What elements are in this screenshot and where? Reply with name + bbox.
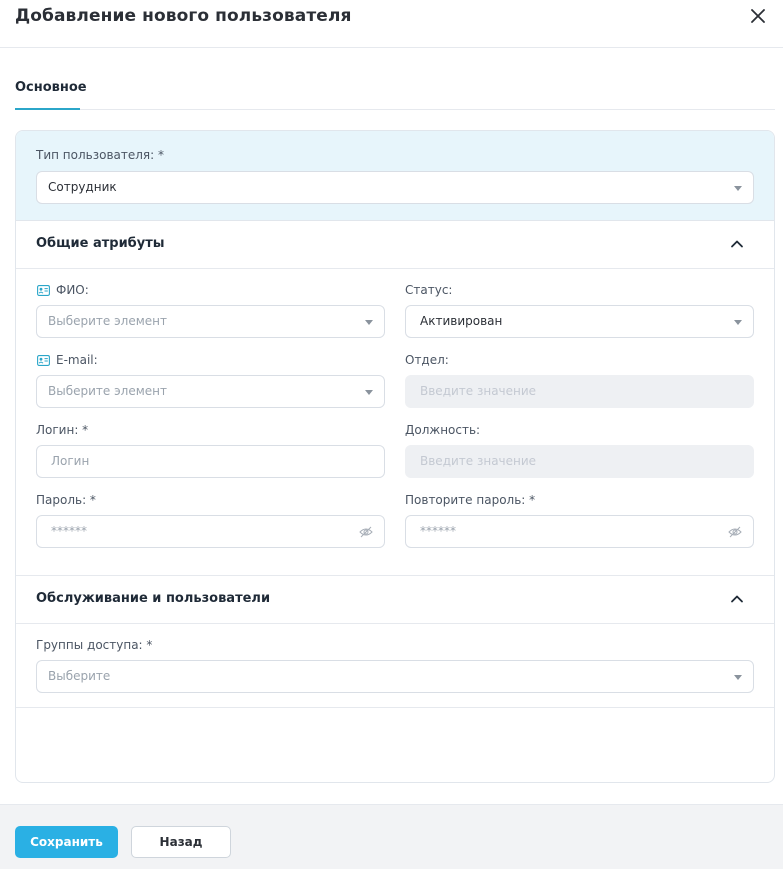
- service-section-title: Обслуживание и пользователи: [36, 591, 271, 606]
- password-repeat-label: Повторите пароль: *: [405, 493, 536, 507]
- contact-card-icon: [37, 355, 50, 366]
- status-select[interactable]: Активирован: [405, 305, 754, 338]
- access-groups-placeholder: Выберите: [48, 669, 111, 683]
- eye-off-icon[interactable]: [728, 525, 742, 539]
- password-repeat-placeholder: ******: [420, 524, 456, 538]
- fio-select[interactable]: Выберите элемент: [36, 305, 385, 338]
- department-placeholder: Введите значение: [420, 384, 537, 398]
- user-type-select[interactable]: Сотрудник: [36, 171, 754, 204]
- login-placeholder: Логин: [51, 454, 90, 468]
- fio-label: ФИО:: [56, 283, 89, 297]
- chevron-down-icon: [365, 390, 373, 395]
- section-divider: [16, 707, 774, 708]
- active-tab-indicator: [15, 108, 80, 110]
- close-icon[interactable]: [748, 6, 768, 26]
- access-groups-select[interactable]: Выберите: [36, 660, 754, 693]
- chevron-down-icon: [734, 186, 742, 191]
- tab-main[interactable]: Основное: [15, 78, 87, 110]
- general-section-header[interactable]: Общие атрибуты: [16, 221, 774, 269]
- login-input[interactable]: Логин: [36, 445, 385, 478]
- email-label: E-mail:: [56, 353, 98, 367]
- chevron-down-icon: [365, 320, 373, 325]
- user-form-card: Тип пользователя: * Сотрудник Общие атри…: [15, 130, 775, 783]
- eye-off-icon[interactable]: [359, 525, 373, 539]
- password-repeat-input[interactable]: ******: [405, 515, 754, 548]
- password-input[interactable]: ******: [36, 515, 385, 548]
- position-placeholder: Введите значение: [420, 454, 537, 468]
- chevron-down-icon: [734, 675, 742, 680]
- service-section-header[interactable]: Обслуживание и пользователи: [16, 576, 774, 624]
- user-type-block: Тип пользователя: * Сотрудник: [16, 131, 774, 221]
- general-section-title: Общие атрибуты: [36, 236, 165, 251]
- status-label: Статус:: [405, 283, 453, 297]
- tab-bar: Основное: [15, 78, 775, 110]
- chevron-up-icon[interactable]: [730, 237, 744, 251]
- dialog-title: Добавление нового пользователя: [15, 6, 352, 26]
- status-value: Активирован: [420, 314, 503, 328]
- position-label: Должность:: [405, 423, 481, 437]
- position-input: Введите значение: [405, 445, 754, 478]
- department-input: Введите значение: [405, 375, 754, 408]
- fio-placeholder: Выберите элемент: [48, 314, 168, 328]
- save-button[interactable]: Сохранить: [15, 826, 118, 858]
- chevron-down-icon: [734, 320, 742, 325]
- tab-main-label: Основное: [15, 80, 87, 95]
- password-label: Пароль: *: [36, 493, 96, 507]
- contact-card-icon: [37, 285, 50, 296]
- dialog-footer: Сохранить Назад: [0, 804, 783, 869]
- access-groups-label: Группы доступа: *: [36, 638, 153, 652]
- department-label: Отдел:: [405, 353, 449, 367]
- password-placeholder: ******: [51, 524, 87, 538]
- user-type-value: Сотрудник: [48, 180, 117, 194]
- email-placeholder: Выберите элемент: [48, 384, 168, 398]
- dialog-header: Добавление нового пользователя: [0, 0, 783, 48]
- user-type-label: Тип пользователя: *: [36, 148, 164, 162]
- back-button[interactable]: Назад: [131, 826, 231, 858]
- login-label: Логин: *: [36, 423, 89, 437]
- email-select[interactable]: Выберите элемент: [36, 375, 385, 408]
- chevron-up-icon[interactable]: [730, 592, 744, 606]
